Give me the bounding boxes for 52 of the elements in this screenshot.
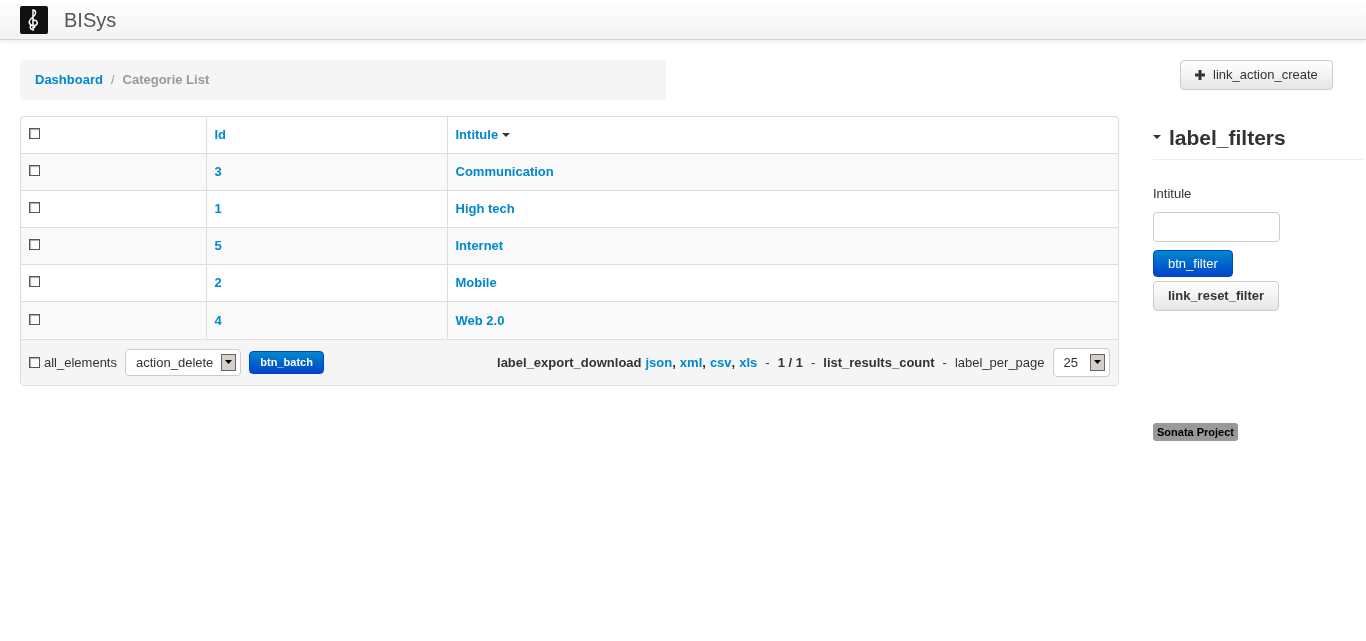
sort-caret-icon <box>502 132 511 137</box>
checkbox[interactable] <box>29 128 40 139</box>
checkbox[interactable] <box>29 239 40 251</box>
breadcrumb-divider: / <box>110 71 115 89</box>
checkbox[interactable] <box>29 276 40 288</box>
footer-label: 1 / 1 <box>777 353 803 372</box>
all-elements-label: all_elements <box>44 353 117 372</box>
separator: , <box>702 353 706 372</box>
separator: , <box>672 353 676 372</box>
logo-icon <box>20 5 48 34</box>
separator: - <box>765 353 770 372</box>
table-cell-link[interactable]: 3 <box>214 164 222 180</box>
table-cell-link[interactable]: 5 <box>214 238 222 254</box>
separator: - <box>810 353 816 372</box>
table-cell-link[interactable]: 1 <box>214 201 222 217</box>
export-link[interactable]: csv <box>709 352 732 372</box>
footer-label: label_per_page <box>954 353 1045 372</box>
footer-label: label_export_download <box>497 353 642 372</box>
separator: - <box>942 353 947 372</box>
dropdown-arrow-icon <box>1094 360 1101 365</box>
toggle-caret-icon[interactable] <box>1153 133 1161 142</box>
per-page-select[interactable]: 25 <box>1052 347 1110 377</box>
project-badge: Sonata Project <box>1153 422 1239 441</box>
dropdown-arrow-icon <box>225 360 233 365</box>
filters-title: label_filters <box>1169 124 1286 151</box>
table-cell-link[interactable]: Web 2.0 <box>455 312 505 328</box>
reset-filter-button[interactable]: link_reset_filter <box>1153 281 1280 311</box>
table-cell-link[interactable]: Internet <box>455 238 504 254</box>
filter-button[interactable]: btn_filter <box>1153 249 1233 277</box>
batch-action-select[interactable]: action_delete <box>125 348 242 376</box>
footer-label: list_results_count <box>823 353 935 372</box>
breadcrumb-current: Categorie List <box>122 71 210 89</box>
breadcrumb-link[interactable]: Dashboard <box>35 70 103 90</box>
checkbox[interactable] <box>29 165 40 177</box>
field-label: Intitule <box>1153 185 1193 203</box>
table-cell-link[interactable]: High tech <box>455 201 515 217</box>
batch-button[interactable]: btn_batch <box>249 351 324 374</box>
plus-icon <box>1195 69 1205 80</box>
brand-name[interactable]: BISys <box>64 4 117 35</box>
table-cell-link[interactable]: Communication <box>455 164 554 180</box>
column-header[interactable]: Intitule <box>455 125 511 145</box>
table-cell-link[interactable]: Mobile <box>455 275 497 291</box>
checkbox[interactable] <box>29 202 40 214</box>
table-cell-link[interactable]: 4 <box>214 312 222 328</box>
filter-input-field[interactable] <box>1153 211 1280 242</box>
column-header[interactable]: Id <box>214 125 227 145</box>
checkbox[interactable] <box>29 356 40 368</box>
export-link[interactable]: xls <box>739 352 758 372</box>
table-cell-link[interactable]: 2 <box>214 275 222 291</box>
separator: , <box>731 353 736 372</box>
create-button[interactable]: link_action_create <box>1180 60 1333 90</box>
checkbox[interactable] <box>29 313 40 325</box>
